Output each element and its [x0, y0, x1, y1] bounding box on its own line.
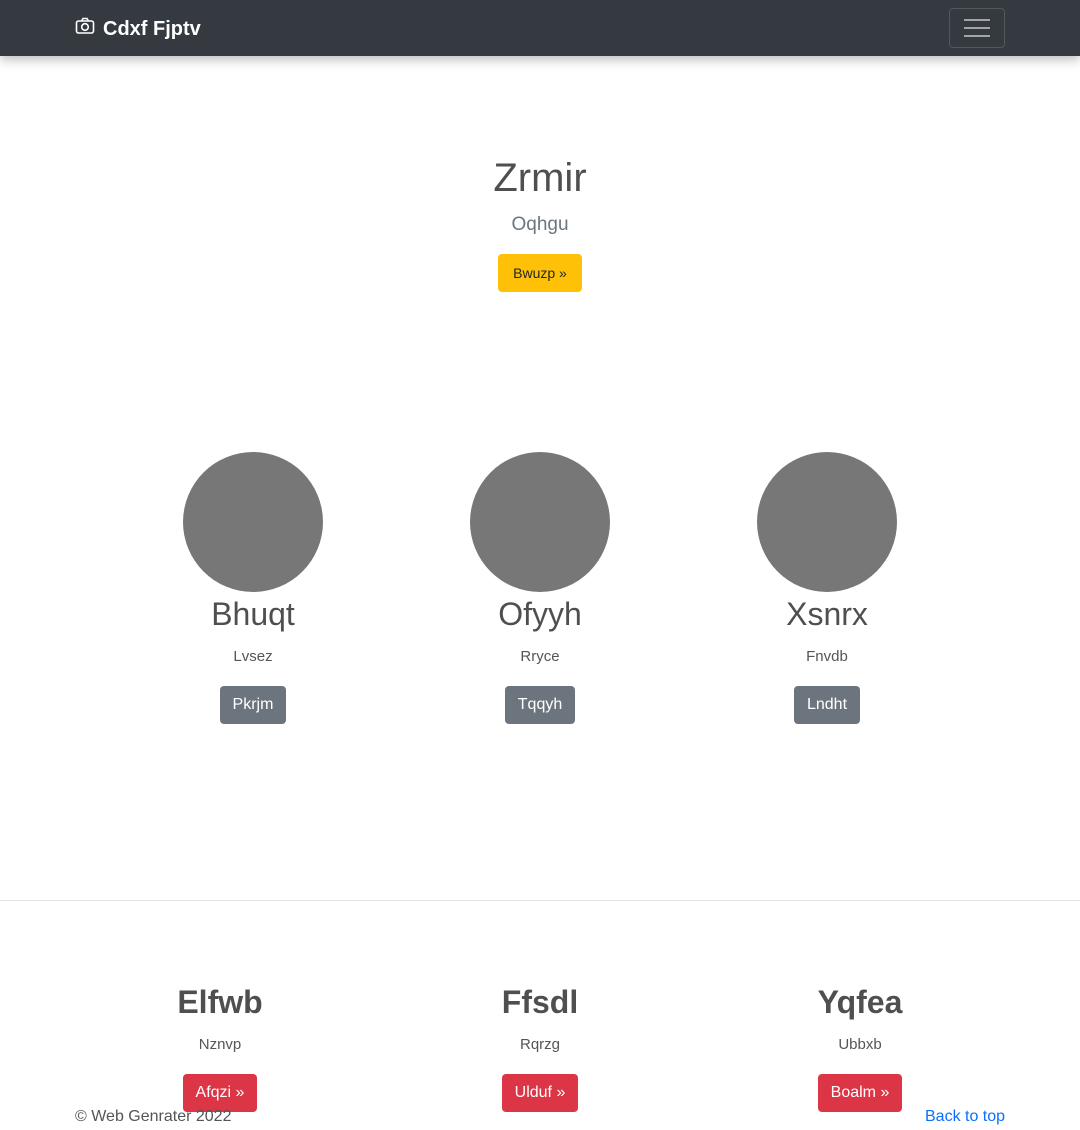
hero-button[interactable]: Bwuzp »	[498, 254, 582, 292]
profile-image-placeholder	[470, 452, 610, 592]
hamburger-menu-icon	[964, 19, 990, 21]
feature-subtitle: Rqrzg	[519, 1036, 560, 1053]
feature-title: Ffsdl	[501, 984, 579, 1020]
profile-image-placeholder	[757, 452, 897, 592]
hero-title: Zrmir	[493, 156, 587, 200]
footer-copyright: © Web Genrater 2022	[75, 1108, 232, 1125]
feature-card: Yqfea Ubbxb Boalm »	[760, 982, 960, 1112]
profile-subtitle: Fnvdb	[806, 648, 848, 665]
feature-title: Yqfea	[817, 984, 903, 1020]
profile-name: Ofyyh	[498, 596, 582, 632]
feature-button[interactable]: Boalm »	[817, 1074, 903, 1112]
feature-subtitle: Ubbxb	[838, 1036, 882, 1053]
profile-subtitle: Rryce	[520, 648, 560, 665]
profile-card: Ofyyh Rryce Tqqyh	[440, 452, 640, 724]
profile-card: Bhuqt Lvsez Pkrjm	[153, 452, 353, 724]
profile-card: Xsnrx Fnvdb Lndht	[727, 452, 927, 724]
hero-lead: Oqhgu	[511, 214, 569, 235]
brand-link[interactable]: Cdxf Fjptv	[75, 16, 201, 42]
feature-card: Elfwb Nznvp Afqzi »	[120, 982, 320, 1112]
profile-button[interactable]: Tqqyh	[504, 686, 576, 724]
profile-subtitle: Lvsez	[233, 648, 273, 665]
feature-subtitle: Nznvp	[198, 1036, 242, 1053]
feature-button[interactable]: Afqzi »	[182, 1074, 258, 1112]
profile-name: Bhuqt	[211, 596, 295, 632]
profile-button[interactable]: Pkrjm	[219, 686, 287, 724]
navbar-toggler-button[interactable]	[949, 8, 1005, 48]
profile-name: Xsnrx	[786, 596, 868, 632]
feature-card: Ffsdl Rqrzg Ulduf »	[440, 982, 640, 1112]
camera-icon	[75, 16, 103, 42]
section-divider	[0, 900, 1080, 901]
profile-image-placeholder	[183, 452, 323, 592]
brand-name: Cdxf Fjptv	[103, 17, 201, 40]
feature-button[interactable]: Ulduf »	[501, 1074, 579, 1112]
back-to-top-link[interactable]: Back to top	[925, 1108, 1005, 1126]
feature-title: Elfwb	[177, 984, 263, 1020]
profile-button[interactable]: Lndht	[793, 686, 861, 724]
navbar: Cdxf Fjptv	[0, 0, 1080, 56]
